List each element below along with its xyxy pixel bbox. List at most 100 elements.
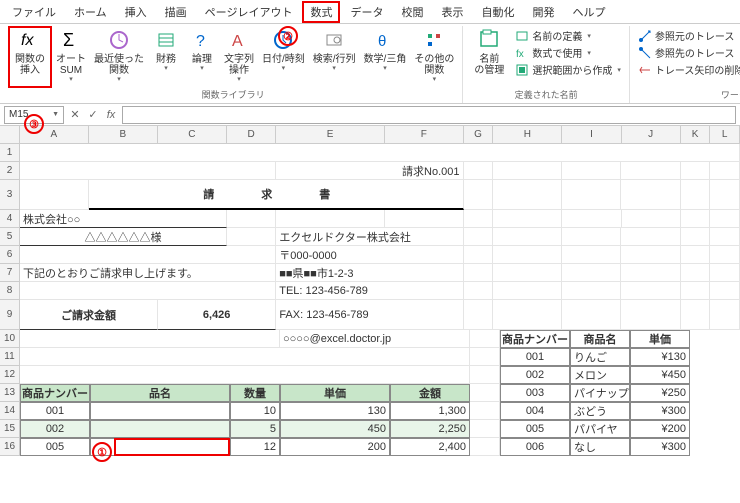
lookup-cell[interactable]: 001 [500,348,570,366]
menu-描画[interactable]: 描画 [157,1,195,23]
row-header[interactable]: 1 [0,144,20,162]
menu-校閲[interactable]: 校閲 [393,1,431,23]
ribbon-item-3[interactable]: ?論理▾ [184,26,220,88]
invoice-cell[interactable]: 1,300 [390,402,470,420]
col-header[interactable]: K [681,126,711,143]
col-header[interactable] [0,126,20,143]
email[interactable]: ○○○○@excel.doctor.jp [280,330,470,348]
name-list-item[interactable]: fx数式で使用▾ [515,45,621,60]
menu-表示[interactable]: 表示 [433,1,471,23]
lookup-cell[interactable]: 002 [500,366,570,384]
cell[interactable] [20,180,89,210]
invoice-cell[interactable]: 品名 [90,384,230,402]
trace-list-item[interactable]: 参照先のトレース [638,45,740,60]
invoice-cell[interactable]: 金額 [390,384,470,402]
invoice-cell[interactable]: 10 [230,402,280,420]
invoice-cell[interactable] [90,402,230,420]
row-header[interactable]: 2 [0,162,20,180]
lookup-cell[interactable]: ¥300 [630,438,690,456]
row-header[interactable]: 7 [0,264,20,282]
invoice-cell[interactable] [20,348,470,366]
vendor[interactable]: エクセルドクター株式会社 [276,228,463,246]
menu-データ[interactable]: データ [342,1,391,23]
invoice-cell[interactable] [20,366,470,384]
invoice-cell[interactable] [90,438,230,456]
lookup-cell[interactable]: 003 [500,384,570,402]
lookup-cell[interactable]: 004 [500,402,570,420]
invoice-cell[interactable]: 12 [230,438,280,456]
col-header[interactable]: I [562,126,621,143]
zip[interactable]: 〒000-0000 [276,246,463,264]
cell[interactable] [20,144,740,162]
menu-挿入[interactable]: 挿入 [117,1,155,23]
ribbon-item-6[interactable]: 検索/行列▾ [309,26,360,88]
cell[interactable] [20,162,276,180]
invoice-cell[interactable]: 002 [20,420,90,438]
lookup-cell[interactable]: ぶどう [570,402,630,420]
invoice-cell[interactable]: 200 [280,438,390,456]
amount[interactable]: 6,426 [158,300,276,330]
lookup-cell[interactable]: なし [570,438,630,456]
name-box[interactable]: M15▼ [4,106,64,124]
trace-list-item[interactable]: 参照元のトレース [638,28,740,43]
row-header[interactable]: 5 [0,228,20,246]
row-header[interactable]: 4 [0,210,20,228]
trace-list-item[interactable]: トレース矢印の削除▾ [638,62,740,77]
ribbon-item-2[interactable]: 財務▾ [148,26,184,88]
invoice-title[interactable]: 請 求 書 [89,180,463,210]
invoice-cell[interactable]: 単価 [280,384,390,402]
col-header[interactable]: H [493,126,562,143]
lookup-cell[interactable]: ¥450 [630,366,690,384]
ribbon-item-1[interactable]: 最近使った関数▾ [90,26,148,88]
row-header[interactable]: 9 [0,300,20,330]
menu-自動化[interactable]: 自動化 [473,1,522,23]
lookup-cell[interactable]: ¥200 [630,420,690,438]
lookup-cell[interactable]: りんご [570,348,630,366]
lookup-cell[interactable]: パパイヤ [570,420,630,438]
invoice-cell[interactable]: 450 [280,420,390,438]
company[interactable]: 株式会社○○ [20,210,227,228]
fx-bar-icon[interactable]: fx [104,109,118,121]
name-list-item[interactable]: 名前の定義▾ [515,28,621,43]
menu-開発[interactable]: 開発 [524,1,562,23]
enter-icon[interactable]: ✓ [86,108,100,121]
ribbon-item-8[interactable]: その他の関数▾ [410,26,458,88]
row-header[interactable]: 3 [0,180,20,210]
menu-ファイル[interactable]: ファイル [4,1,64,23]
lookup-cell[interactable]: 006 [500,438,570,456]
lookup-cell[interactable]: 005 [500,420,570,438]
lookup-cell[interactable]: ¥130 [630,348,690,366]
col-header[interactable]: D [227,126,276,143]
ribbon-item-5[interactable]: 日付/時刻▾ [258,26,309,88]
menu-ホーム[interactable]: ホーム [66,1,115,23]
col-header[interactable]: A [20,126,89,143]
row-header[interactable]: 8 [0,282,20,300]
lookup-cell[interactable]: パイナップ [570,384,630,402]
invoice-cell[interactable]: 5 [230,420,280,438]
menu-ヘルプ[interactable]: ヘルプ [564,1,613,23]
col-header[interactable]: B [89,126,158,143]
cell[interactable] [227,228,276,246]
cell[interactable] [20,246,276,264]
col-header[interactable]: L [710,126,740,143]
col-header[interactable]: J [622,126,681,143]
lookup-cell[interactable]: ¥250 [630,384,690,402]
amount-label[interactable]: ご請求金額 [20,300,158,330]
col-header[interactable]: E [276,126,385,143]
lookup-header[interactable]: 単価 [630,330,690,348]
formula-bar[interactable] [122,106,736,124]
addr[interactable]: ■■県■■市1-2-3 [276,264,463,282]
menu-数式[interactable]: 数式 [302,1,340,23]
invoice-no[interactable]: 請求No.001 [276,162,463,180]
lookup-header[interactable]: 商品ナンバー [500,330,570,348]
cell[interactable] [20,282,276,300]
row-header[interactable]: 6 [0,246,20,264]
invoice-cell[interactable]: 2,400 [390,438,470,456]
col-header[interactable]: G [464,126,494,143]
ribbon-item-4[interactable]: A文字列操作▾ [220,26,258,88]
lookup-cell[interactable]: ¥300 [630,402,690,420]
ribbon-item-7[interactable]: θ数学/三角▾ [360,26,411,88]
name-list-item[interactable]: 選択範囲から作成▾ [515,62,621,77]
name-manager-button[interactable]: 名前の管理 [467,26,511,88]
insert-function-button[interactable]: fx 関数の挿入 [8,26,52,88]
